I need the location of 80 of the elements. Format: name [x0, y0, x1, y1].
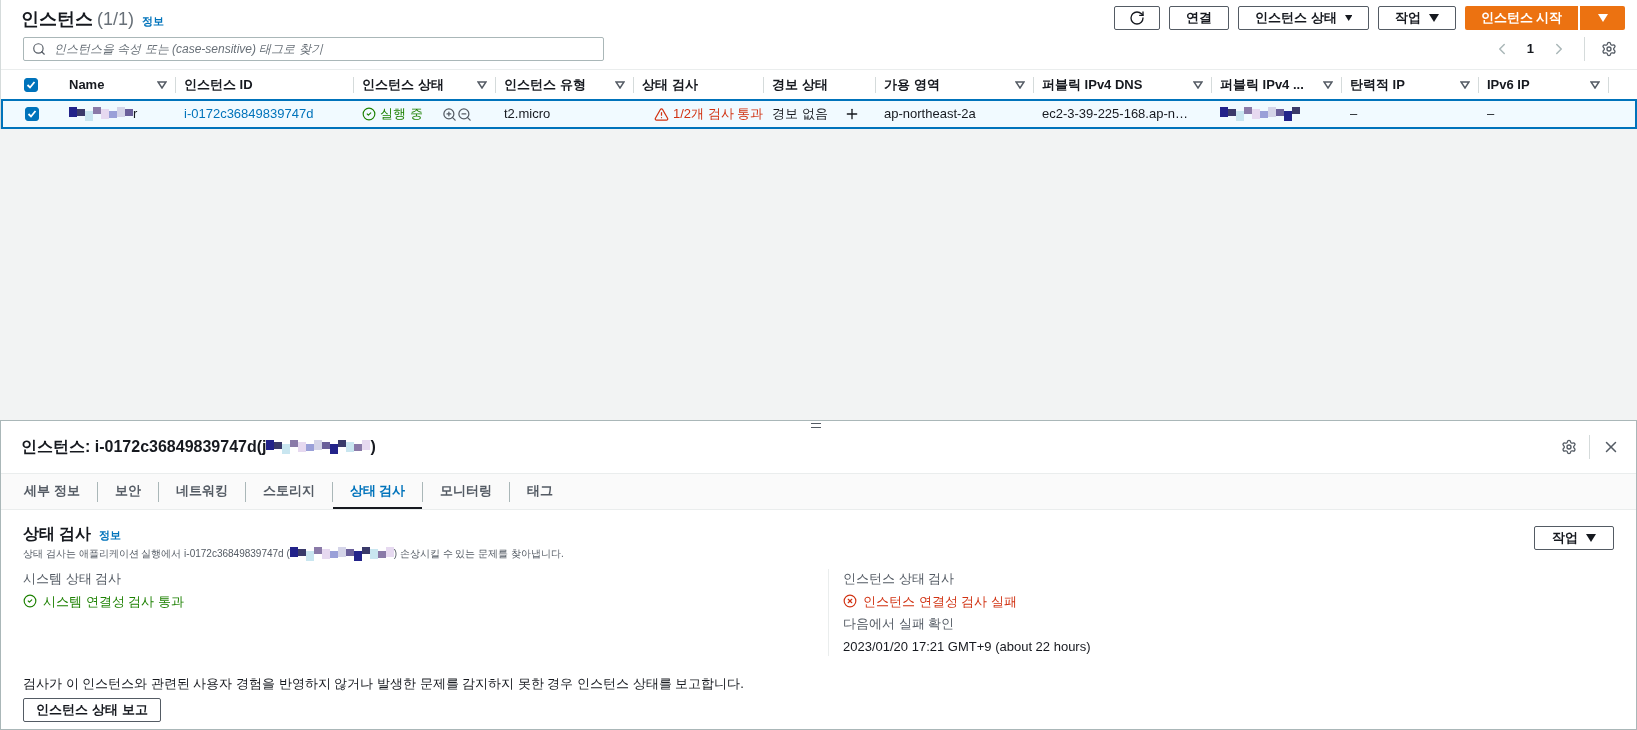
search-input[interactable]: 인스턴스을 속성 또는 (case-sensitive) 태그로 찾기: [54, 40, 595, 58]
settings-icon[interactable]: [1561, 439, 1577, 455]
redacted-drawing: [69, 107, 133, 121]
caret-icon: [1597, 14, 1608, 22]
column-header[interactable]: 가용 영역: [884, 74, 940, 95]
tab[interactable]: 보안: [97, 474, 158, 509]
sort-icon[interactable]: [1193, 80, 1203, 89]
page-title: 인스턴스: [21, 8, 93, 31]
checkbox[interactable]: [24, 77, 38, 92]
status-text: 1/2개 검사 통과: [673, 105, 764, 124]
table-cell-text: –: [1350, 105, 1358, 124]
column-header[interactable]: 탄력적 IP: [1350, 74, 1405, 95]
table-row[interactable]: r i-0172c36849839747d 실행 중 t2.micro 1/2개 검사 통과 경보 없음 ap-northeast-2a ec2-3-39-225-168.ap-n… – –: [1, 99, 1637, 129]
check-label: 다음에서 실패 확인: [843, 615, 956, 633]
zoom-in-icon[interactable]: [442, 106, 457, 122]
check-label: 시스템 상태 검사: [23, 570, 123, 588]
status-text: 시스템 연결성 검사 통과: [43, 592, 184, 611]
table-cell-text: 경보 없음: [772, 105, 828, 124]
actions-button[interactable]: 작업: [1378, 6, 1456, 30]
tab[interactable]: 태그: [510, 474, 571, 509]
column-header[interactable]: Name: [69, 74, 105, 95]
sort-icon[interactable]: [1590, 80, 1600, 89]
check-icon: [362, 107, 376, 121]
caret-icon: [1429, 14, 1439, 22]
status-text: 실행 중: [380, 105, 423, 124]
tab[interactable]: 네트워킹: [158, 474, 245, 509]
instance-id-link[interactable]: i-0172c36849839747d: [184, 104, 314, 124]
search-icon: [32, 42, 46, 56]
search-field[interactable]: 인스턴스을 속성 또는 (case-sensitive) 태그로 찾기: [23, 37, 604, 61]
detail-title: ): [370, 437, 376, 457]
tab[interactable]: 상태 검사: [332, 474, 423, 509]
report-note: 검사가 이 인스턴스와 관련된 사용자 경험을 반영하지 않거나 발생한 문제를 감지하지 못한 경우 인스턴스 상태를 보고합니다.: [23, 675, 745, 693]
refresh-button[interactable]: [1114, 6, 1160, 30]
sort-icon[interactable]: [1323, 80, 1333, 89]
description-text: ) 손상시킬 수 있는 문제를 찾아냅니다.: [393, 547, 564, 561]
sort-icon[interactable]: [615, 80, 625, 89]
check-label: 인스턴스 상태 검사: [843, 570, 956, 588]
table-cell-text: ec2-3-39-225-168.ap-n…: [1042, 105, 1188, 124]
description-text: 상태 검사는 애플리케이션 실행에서 i-0172c36849839747d (: [23, 547, 290, 561]
resize-handle[interactable]: [811, 423, 821, 428]
table-cell-text: r: [133, 105, 138, 124]
refresh-icon: [1129, 10, 1145, 26]
column-header[interactable]: 인스턴스 상태: [362, 74, 444, 95]
table-cell-text: t2.micro: [504, 105, 551, 124]
caret-icon: [1586, 534, 1596, 542]
instance-state-button[interactable]: 인스턴스 상태: [1238, 6, 1369, 30]
warning-icon: [654, 106, 669, 122]
tab[interactable]: 스토리지: [245, 474, 332, 509]
timestamp: 2023/01/20 17:21 GMT+9 (about 22 hours): [843, 637, 1091, 656]
add-icon[interactable]: [844, 106, 860, 122]
column-header[interactable]: 인스턴스 ID: [184, 74, 253, 95]
status-text: 인스턴스 연결성 검사 실패: [863, 592, 1017, 611]
column-header[interactable]: IPv6 IP: [1487, 74, 1530, 95]
instance-count: (1/1): [97, 8, 134, 31]
column-header[interactable]: 경보 상태: [772, 74, 828, 95]
info-link[interactable]: 정보: [142, 13, 164, 30]
tab[interactable]: 모니터링: [423, 474, 510, 509]
caret-icon: [1344, 14, 1352, 22]
zoom-out-icon[interactable]: [457, 106, 472, 122]
settings-icon[interactable]: [1601, 41, 1617, 57]
sort-icon[interactable]: [477, 80, 487, 89]
sort-icon[interactable]: [1460, 80, 1470, 89]
actions-button[interactable]: 작업: [1534, 526, 1614, 550]
column-header[interactable]: 상태 검사: [642, 74, 698, 95]
detail-title: 인스턴스: i-0172c36849839747d(j: [21, 437, 267, 457]
report-status-button[interactable]: 인스턴스 상태 보고: [23, 697, 161, 722]
checkbox[interactable]: [25, 107, 39, 121]
table-cell-text: –: [1487, 105, 1495, 124]
table-cell-text: ap-northeast-2a: [884, 105, 976, 124]
column-header[interactable]: 퍼블릭 IPv4 DNS: [1042, 74, 1143, 95]
connect-button[interactable]: 연결: [1169, 6, 1229, 30]
section-title: 상태 검사: [23, 524, 92, 544]
page-number[interactable]: 1: [1526, 39, 1534, 59]
info-link[interactable]: 정보: [99, 527, 122, 544]
sort-icon[interactable]: [1015, 80, 1025, 89]
sort-icon[interactable]: [157, 80, 167, 89]
tab[interactable]: 세부 정보: [7, 474, 97, 509]
column-header[interactable]: 인스턴스 유형: [504, 74, 586, 95]
launch-menu-button[interactable]: [1580, 6, 1625, 30]
column-header[interactable]: 퍼블릭 IPv4 ...: [1220, 74, 1304, 95]
